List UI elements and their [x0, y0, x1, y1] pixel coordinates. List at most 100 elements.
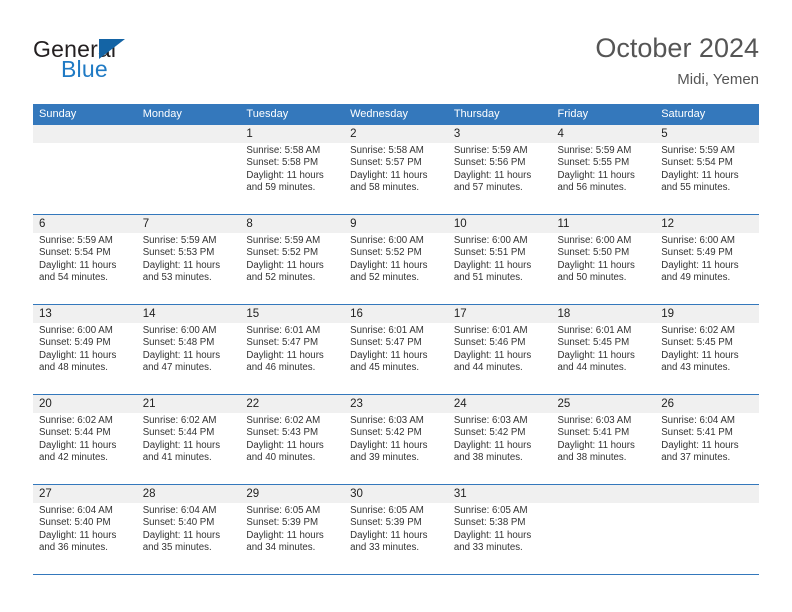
day-daylight2-text: and 41 minutes.	[142, 452, 212, 464]
day-sunrise-text: Sunrise: 6:02 AM	[246, 415, 321, 426]
day-sunrise-text: Sunrise: 5:59 AM	[142, 235, 217, 246]
day-number[interactable]: 5	[655, 125, 759, 143]
day-daylight1-text: Daylight: 11 hours	[453, 439, 532, 451]
day-number[interactable]: 28	[137, 485, 241, 503]
weekday-header-row: Sunday Monday Tuesday Wednesday Thursday Frid…	[33, 104, 759, 125]
day-number[interactable]: 14	[137, 305, 241, 323]
day-number[interactable]: 23	[344, 395, 448, 413]
day-number[interactable]: 30	[344, 485, 448, 503]
day-daylight1-text: Daylight: 11 hours	[246, 529, 324, 541]
day-cell[interactable]: Sunrise: 6:04 AM Sunset: 5:40 PM Daylight:…	[33, 503, 137, 574]
day-number[interactable]: 31	[448, 485, 552, 503]
day-number[interactable]: 12	[655, 215, 759, 233]
day-number[interactable]: 21	[137, 395, 241, 413]
day-cell[interactable]: Sunrise: 6:00 AM Sunset: 5:49 PM Daylight:…	[655, 233, 759, 304]
day-cell[interactable]: Sunrise: 6:02 AM Sunset: 5:44 PM Daylight:…	[33, 413, 137, 484]
day-cell[interactable]: Sunrise: 6:02 AM Sunset: 5:43 PM Daylight:…	[240, 413, 344, 484]
day-daylight2-text: and 51 minutes.	[453, 272, 523, 284]
day-number[interactable]: 29	[240, 485, 344, 503]
day-cell[interactable]: Sunrise: 6:04 AM Sunset: 5:40 PM Daylight:…	[137, 503, 241, 574]
day-number[interactable]: 3	[448, 125, 552, 143]
day-number[interactable]: 6	[33, 215, 137, 233]
day-cell[interactable]: Sunrise: 6:03 AM Sunset: 5:42 PM Daylight:…	[344, 413, 448, 484]
day-daylight1-text: Daylight: 11 hours	[142, 439, 221, 451]
day-cell[interactable]: Sunrise: 6:01 AM Sunset: 5:45 PM Daylight:…	[552, 323, 656, 394]
day-daylight1-text: Daylight: 11 hours	[453, 349, 532, 361]
day-cell[interactable]: Sunrise: 6:00 AM Sunset: 5:52 PM Daylight:…	[344, 233, 448, 304]
day-cell[interactable]: Sunrise: 6:01 AM Sunset: 5:47 PM Daylight:…	[344, 323, 448, 394]
day-daylight1-text: Daylight: 11 hours	[142, 349, 221, 361]
day-daylight2-text: and 37 minutes.	[661, 452, 731, 464]
day-number[interactable]: 20	[33, 395, 137, 413]
week-detail-band: Sunrise: 6:00 AM Sunset: 5:49 PM Daylight:…	[33, 323, 759, 394]
day-number[interactable]: 27	[33, 485, 137, 503]
day-cell[interactable]: Sunrise: 5:58 AM Sunset: 5:57 PM Daylight:…	[344, 143, 448, 214]
day-number[interactable]: 7	[137, 215, 241, 233]
day-daylight2-text: and 39 minutes.	[350, 452, 420, 464]
day-number[interactable]: 25	[552, 395, 656, 413]
day-daylight1-text: Daylight: 11 hours	[246, 349, 324, 361]
week-daynumber-band: 6 7 8 9 10 11 12	[33, 215, 759, 233]
day-number[interactable]: 15	[240, 305, 344, 323]
day-number[interactable]: 22	[240, 395, 344, 413]
day-cell[interactable]: Sunrise: 5:58 AM Sunset: 5:58 PM Daylight:…	[240, 143, 344, 214]
day-daylight1-text: Daylight: 11 hours	[350, 169, 428, 181]
day-number[interactable]: 19	[655, 305, 759, 323]
day-sunset-text: Sunset: 5:49 PM	[39, 337, 111, 349]
day-number[interactable]: 26	[655, 395, 759, 413]
day-daylight1-text: Daylight: 11 hours	[350, 439, 428, 451]
week-detail-band: Sunrise: 5:58 AM Sunset: 5:58 PM Daylight:…	[33, 143, 759, 214]
day-number[interactable]: 4	[552, 125, 656, 143]
day-number[interactable]: 24	[448, 395, 552, 413]
day-sunset-text: Sunset: 5:53 PM	[142, 247, 215, 259]
day-cell-empty	[137, 143, 241, 214]
day-sunrise-text: Sunrise: 6:00 AM	[142, 325, 217, 336]
day-cell-empty	[552, 503, 656, 574]
day-cell[interactable]: Sunrise: 6:00 AM Sunset: 5:48 PM Daylight:…	[137, 323, 241, 394]
calendar-week-row: 6 7 8 9 10 11 12 Sunrise: 5:59 AM Sunset: 5:54 P…	[33, 215, 759, 305]
day-cell[interactable]: Sunrise: 6:02 AM Sunset: 5:45 PM Daylight:…	[655, 323, 759, 394]
day-cell[interactable]: Sunrise: 5:59 AM Sunset: 5:53 PM Daylight:…	[137, 233, 241, 304]
day-number[interactable]: 11	[552, 215, 656, 233]
day-number[interactable]: 16	[344, 305, 448, 323]
day-cell[interactable]: Sunrise: 6:05 AM Sunset: 5:39 PM Daylight:…	[344, 503, 448, 574]
day-cell[interactable]: Sunrise: 6:05 AM Sunset: 5:39 PM Daylight:…	[240, 503, 344, 574]
day-cell[interactable]: Sunrise: 6:03 AM Sunset: 5:42 PM Daylight:…	[448, 413, 552, 484]
day-number[interactable]: 2	[344, 125, 448, 143]
day-sunrise-text: Sunrise: 6:00 AM	[350, 235, 424, 246]
day-cell[interactable]: Sunrise: 6:00 AM Sunset: 5:49 PM Daylight:…	[33, 323, 137, 394]
day-cell[interactable]: Sunrise: 6:04 AM Sunset: 5:41 PM Daylight:…	[655, 413, 759, 484]
page-title: October 2024	[595, 33, 759, 63]
day-cell[interactable]: Sunrise: 6:05 AM Sunset: 5:38 PM Daylight:…	[448, 503, 552, 574]
day-cell[interactable]: Sunrise: 5:59 AM Sunset: 5:54 PM Daylight:…	[655, 143, 759, 214]
day-daylight2-text: and 58 minutes.	[350, 182, 420, 194]
day-sunset-text: Sunset: 5:46 PM	[453, 337, 526, 349]
day-cell[interactable]: Sunrise: 5:59 AM Sunset: 5:52 PM Daylight:…	[240, 233, 344, 304]
calendar-grid: Sunday Monday Tuesday Wednesday Thursday Frid…	[33, 104, 759, 575]
day-cell[interactable]: Sunrise: 6:00 AM Sunset: 5:51 PM Daylight:…	[448, 233, 552, 304]
day-daylight1-text: Daylight: 11 hours	[453, 259, 532, 271]
day-cell[interactable]: Sunrise: 6:03 AM Sunset: 5:41 PM Daylight:…	[552, 413, 656, 484]
day-cell[interactable]: Sunrise: 6:01 AM Sunset: 5:47 PM Daylight:…	[240, 323, 344, 394]
day-cell[interactable]: Sunrise: 5:59 AM Sunset: 5:54 PM Daylight:…	[33, 233, 137, 304]
day-cell[interactable]: Sunrise: 5:59 AM Sunset: 5:55 PM Daylight:…	[552, 143, 656, 214]
day-number[interactable]: 9	[344, 215, 448, 233]
weekday-header-thursday: Thursday	[453, 108, 500, 120]
day-cell[interactable]: Sunrise: 6:00 AM Sunset: 5:50 PM Daylight:…	[552, 233, 656, 304]
day-sunrise-text: Sunrise: 6:00 AM	[557, 235, 632, 246]
day-number[interactable]: 18	[552, 305, 656, 323]
day-cell[interactable]: Sunrise: 5:59 AM Sunset: 5:56 PM Daylight:…	[448, 143, 552, 214]
day-number[interactable]: 13	[33, 305, 137, 323]
day-number[interactable]: 17	[448, 305, 552, 323]
day-daylight2-text: and 46 minutes.	[246, 362, 316, 374]
day-daylight2-text: and 38 minutes.	[453, 452, 523, 464]
day-number[interactable]: 10	[448, 215, 552, 233]
day-sunset-text: Sunset: 5:45 PM	[557, 337, 630, 349]
day-sunrise-text: Sunrise: 5:58 AM	[350, 145, 424, 156]
day-sunrise-text: Sunrise: 6:04 AM	[661, 415, 735, 426]
day-cell[interactable]: Sunrise: 6:02 AM Sunset: 5:44 PM Daylight:…	[137, 413, 241, 484]
day-number[interactable]: 1	[240, 125, 344, 143]
day-cell[interactable]: Sunrise: 6:01 AM Sunset: 5:46 PM Daylight:…	[448, 323, 552, 394]
day-number[interactable]: 8	[240, 215, 344, 233]
day-sunrise-text: Sunrise: 5:59 AM	[39, 235, 113, 246]
